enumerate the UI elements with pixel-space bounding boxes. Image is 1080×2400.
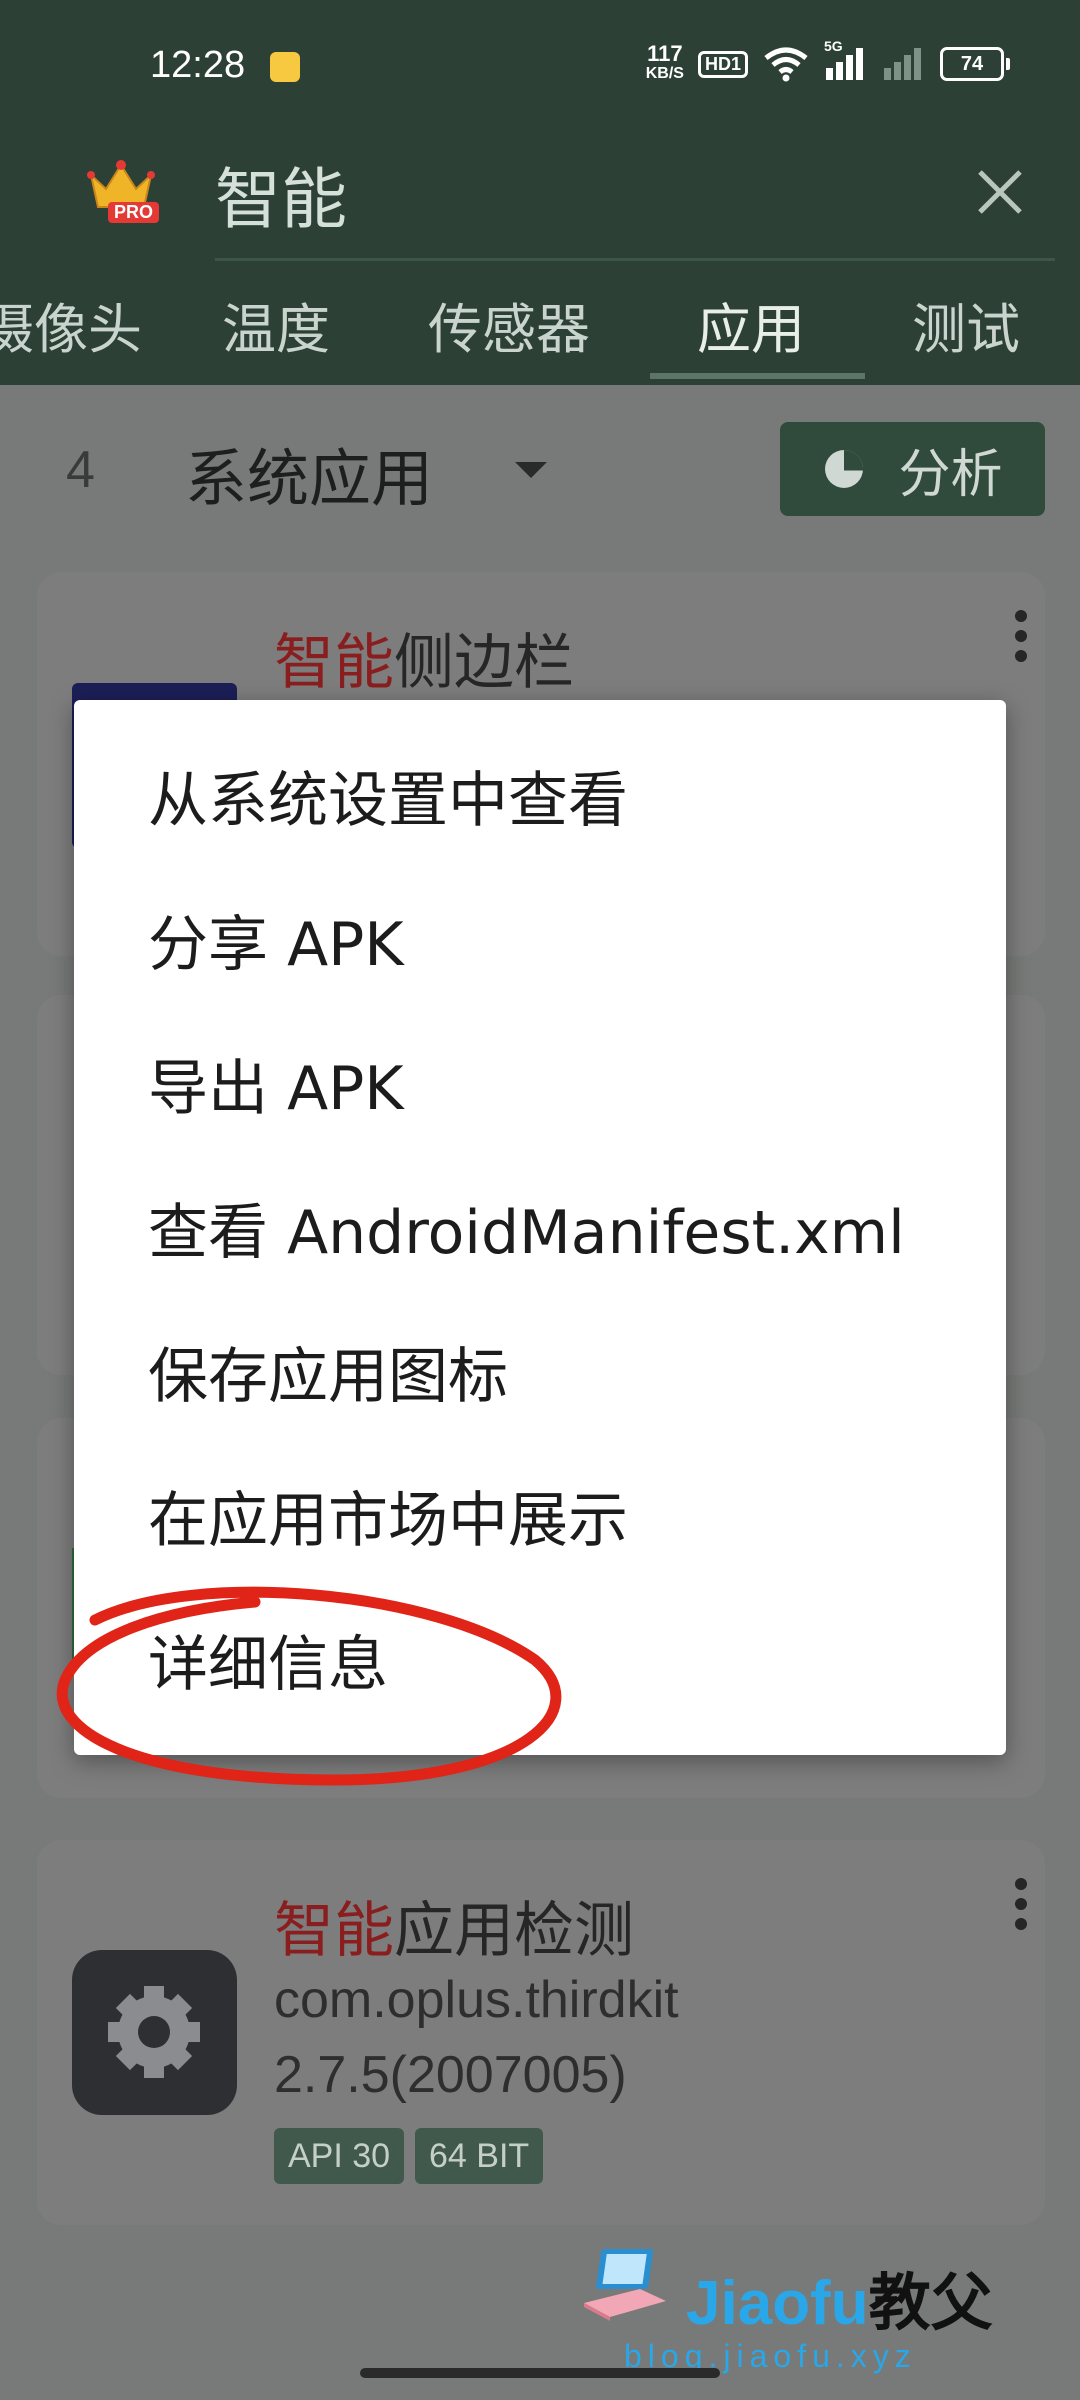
home-indicator[interactable] <box>360 2368 720 2378</box>
watermark-brand: Jiaofu教父 <box>686 2252 993 2342</box>
hd-voice-icon: HD1 <box>697 50 748 78</box>
status-time: 12:28 <box>150 44 246 86</box>
tab-bar: 摄像头 温度 传感器 应用 测试 <box>0 290 1080 385</box>
search-underline <box>215 258 1055 261</box>
tab-sensors[interactable]: 传感器 <box>428 290 590 385</box>
app-count: 4 <box>66 441 95 499</box>
menu-item-details[interactable]: 详细信息 <box>148 1617 388 1713</box>
tab-camera[interactable]: 摄像头 <box>0 290 142 385</box>
gear-icon <box>72 1950 237 2115</box>
signal-secondary-icon <box>882 46 926 82</box>
menu-item-share-apk[interactable]: 分享 APK <box>148 897 404 993</box>
status-icons: 117 KB/S HD1 5G 74 <box>645 38 1010 84</box>
pie-chart-icon <box>825 450 864 488</box>
status-bar: 12:28 117 KB/S HD1 5G 74 <box>0 0 1080 130</box>
network-speed-unit: KB/S <box>645 65 684 82</box>
wifi-icon <box>762 46 810 82</box>
card-title-rest: 侧边栏 <box>394 628 574 698</box>
battery-icon: 74 <box>940 47 1010 81</box>
api-badge: API 30 <box>274 2128 405 2184</box>
more-options-icon[interactable] <box>1015 1878 1027 1938</box>
search-input[interactable]: 智能 <box>215 150 995 250</box>
pro-badge: PRO <box>108 202 160 223</box>
card-title-highlight: 智能 <box>274 1896 394 1966</box>
card-title: 智能侧边栏 <box>274 614 574 701</box>
version-name: 2.7.5(2007005) <box>274 2046 627 2104</box>
menu-item-view-in-settings[interactable]: 从系统设置中查看 <box>148 753 628 849</box>
watermark-brand-cn: 教父 <box>868 2266 993 2339</box>
menu-item-show-in-store[interactable]: 在应用市场中展示 <box>148 1473 628 1569</box>
filter-select[interactable]: 系统应用 <box>185 428 433 518</box>
network-speed: 117 KB/S <box>645 41 684 84</box>
network-type-label: 5G <box>824 38 843 54</box>
analyze-label: 分析 <box>898 444 1003 505</box>
menu-item-export-apk[interactable]: 导出 APK <box>148 1041 404 1137</box>
menu-item-view-manifest[interactable]: 查看 AndroidManifest.xml <box>148 1185 905 1281</box>
signal-5g-icon: 5G <box>824 38 868 82</box>
watermark-brand-en: Jiaofu <box>686 2269 869 2338</box>
dropdown-arrow-icon[interactable] <box>515 462 547 478</box>
card-title: 智能应用检测 <box>274 1882 634 1969</box>
more-options-icon[interactable] <box>1015 610 1027 670</box>
laptop-icon <box>584 2249 666 2321</box>
card-title-highlight: 智能 <box>274 628 394 698</box>
package-name: com.oplus.thirdkit <box>274 1971 679 2029</box>
close-icon[interactable] <box>970 162 1030 222</box>
menu-item-save-icon[interactable]: 保存应用图标 <box>148 1329 508 1425</box>
context-menu: 从系统设置中查看 分享 APK 导出 APK 查看 AndroidManifes… <box>74 700 1006 1755</box>
bit-badge: 64 BIT <box>415 2128 544 2184</box>
network-speed-value: 117 <box>647 41 683 66</box>
tab-test[interactable]: 测试 <box>912 290 1020 385</box>
battery-level: 74 <box>940 47 1004 81</box>
tab-apps[interactable]: 应用 <box>697 290 805 385</box>
tab-indicator <box>650 373 865 379</box>
analyze-button[interactable]: 分析 <box>780 422 1045 516</box>
tab-temperature[interactable]: 温度 <box>222 290 330 385</box>
notes-notification-icon <box>270 52 300 82</box>
card-title-rest: 应用检测 <box>394 1896 634 1966</box>
